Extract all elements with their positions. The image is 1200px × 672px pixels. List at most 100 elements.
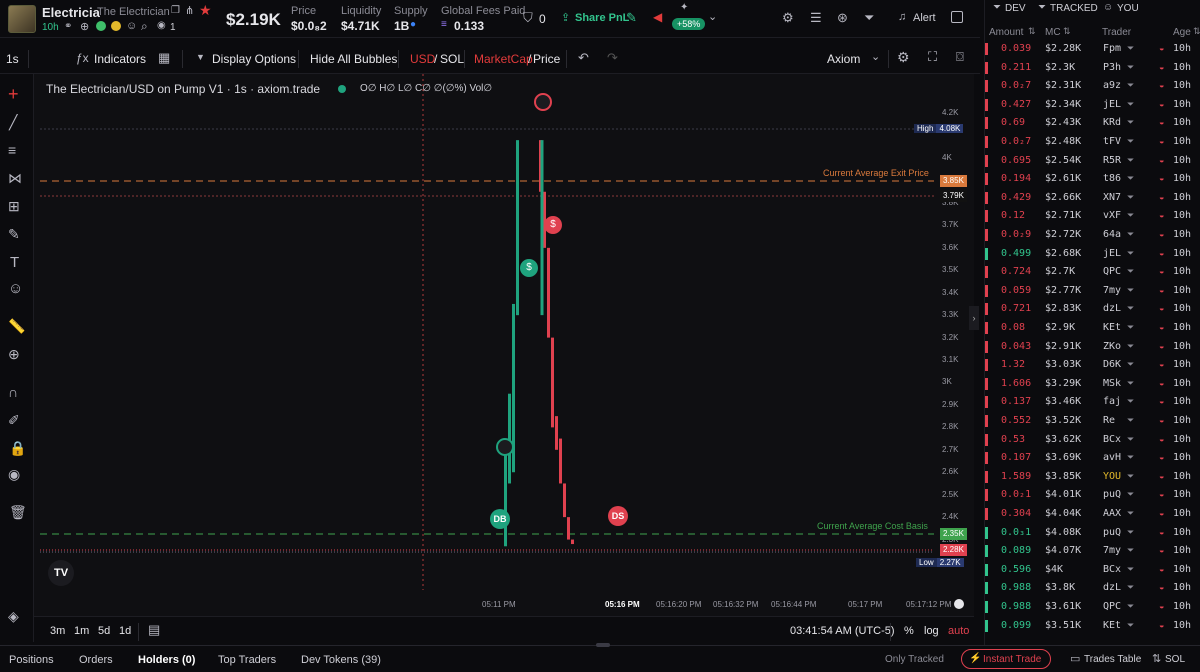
trades-table-toggle[interactable]: Trades Table <box>1084 654 1141 665</box>
range-1m[interactable]: 1m <box>74 625 89 637</box>
sell-marker-dev[interactable]: $ <box>544 216 562 234</box>
caret-down-icon[interactable]: ▼ <box>196 52 205 62</box>
filter-icon[interactable]: ⏷ <box>1127 359 1134 370</box>
filter-icon[interactable]: ⏷ <box>1127 415 1134 426</box>
range-5d[interactable]: 5d <box>98 625 110 637</box>
pencil-lock-icon[interactable]: ✐ <box>8 412 20 429</box>
filter-tracked[interactable]: TRACKED <box>1050 3 1098 14</box>
trade-row[interactable]: 0.988 $3.8K dzL ⏷ ◒ 10h <box>985 579 1200 597</box>
share-icon[interactable]: ⋔ <box>185 4 194 17</box>
trade-row[interactable]: 0.695 $2.54K R5R ⏷ ◒ 10h <box>985 152 1200 170</box>
list-icon[interactable]: ☰ <box>810 10 822 26</box>
trash-icon[interactable]: 🗑 <box>9 504 27 521</box>
dev-buy-marker[interactable]: DB <box>490 509 510 529</box>
only-tracked-toggle[interactable]: Only Tracked <box>885 654 944 665</box>
tab-orders[interactable]: Orders <box>79 654 113 666</box>
filter-icon[interactable]: ⏷ <box>1127 285 1134 296</box>
swap-icon[interactable]: ⇅ <box>1152 652 1161 665</box>
amount-sort-icon[interactable]: ⇅ <box>1028 26 1036 37</box>
coin-icon[interactable] <box>111 21 121 31</box>
trade-row[interactable]: 0.089 $4.07K 7my ⏷ ◒ 10h <box>985 542 1200 560</box>
resize-grip[interactable] <box>596 643 610 647</box>
trade-row[interactable]: 0.0₂1 $4.01K puQ ⏷ ◒ 10h <box>985 486 1200 504</box>
trade-row[interactable]: 0.039 $2.28K Fpm ⏷ ◒ 10h <box>985 40 1200 58</box>
log-toggle[interactable]: log <box>924 625 939 637</box>
filter-icon[interactable]: ⏷ <box>1127 229 1134 240</box>
trade-row[interactable]: 0.211 $2.3K P3h ⏷ ◒ 10h <box>985 59 1200 77</box>
filter-icon[interactable]: ⏷ <box>1127 582 1134 593</box>
filter-icon[interactable]: ⏷ <box>1127 620 1134 631</box>
filter-icon[interactable]: ⏷ <box>1127 396 1134 407</box>
settings-icon[interactable]: ⚙ <box>782 10 794 26</box>
filter-icon[interactable]: ⏷ <box>1127 155 1134 166</box>
filter-icon[interactable]: ⏷ <box>1127 117 1134 128</box>
emoji-icon[interactable]: ☺ <box>8 280 23 297</box>
table-icon[interactable]: ▭ <box>1070 652 1080 665</box>
trade-row[interactable]: 0.988 $3.61K QPC ⏷ ◒ 10h <box>985 598 1200 616</box>
tab-holders[interactable]: Holders (0) <box>138 654 195 666</box>
search-icon[interactable]: ⌕ <box>141 19 148 34</box>
auto-toggle[interactable]: auto <box>948 625 969 637</box>
trade-row[interactable]: 0.194 $2.61K t86 ⏷ ◒ 10h <box>985 170 1200 188</box>
chart-settings-icon[interactable]: ⚙ <box>897 49 910 66</box>
filter-icon[interactable]: ⏷ <box>1127 508 1134 519</box>
trade-row[interactable]: 0.596 $4K BCx ⏷ ◒ 10h <box>985 561 1200 579</box>
calendar-icon[interactable]: ▤ <box>148 622 160 638</box>
pin-icon[interactable]: ✎ <box>626 10 637 26</box>
fib-icon[interactable]: ≡ <box>8 142 16 158</box>
layers-icon[interactable]: ◈ <box>8 608 19 625</box>
scroll-right-icon[interactable]: › <box>969 306 979 330</box>
zoom-icon[interactable]: ⊕ <box>8 346 20 363</box>
trade-row[interactable]: 0.69 $2.43K KRd ⏷ ◒ 10h <box>985 114 1200 132</box>
trade-row[interactable]: 0.043 $2.91K ZKo ⏷ ◒ 10h <box>985 338 1200 356</box>
tab-top-traders[interactable]: Top Traders <box>218 654 276 666</box>
fullscreen-icon[interactable]: ⛶ <box>928 49 937 65</box>
pattern-icon[interactable]: ⋈ <box>8 170 22 187</box>
trade-row[interactable]: 0.0₃1 $4.08K puQ ⏷ ◒ 10h <box>985 524 1200 542</box>
filter-icon[interactable]: ⏷ <box>1127 173 1134 184</box>
trendline-icon[interactable]: ╱ <box>9 114 17 131</box>
copy-icon[interactable]: ❐ <box>171 5 180 16</box>
magnet-icon[interactable]: ∩ <box>8 384 18 400</box>
filter-icon[interactable]: ⏷ <box>1127 192 1134 203</box>
filter-icon[interactable]: ⏷ <box>1127 266 1134 277</box>
wallet-icon[interactable]: ⛉ <box>523 10 533 26</box>
redo-icon[interactable]: ↷ <box>607 50 618 66</box>
price-chart[interactable]: The Electrician/USD on Pump V1 · 1s · ax… <box>34 74 979 616</box>
filter-icon[interactable]: ⏷ <box>1127 378 1134 389</box>
trade-row[interactable]: 0.427 $2.34K jEL ⏷ ◒ 10h <box>985 96 1200 114</box>
filter-icon[interactable]: ⏷ <box>1127 452 1134 463</box>
megaphone-icon[interactable]: ◀ <box>653 10 662 24</box>
chevron-down-icon[interactable]: ⌄ <box>708 10 717 23</box>
currency-icon[interactable]: ⊛ <box>837 10 848 26</box>
marketcap-toggle[interactable]: MarketCap <box>474 52 533 66</box>
layout-icon[interactable]: ▦ <box>158 50 170 66</box>
filter-you[interactable]: YOU <box>1117 3 1139 14</box>
link-icon[interactable]: ⚭ <box>64 21 72 32</box>
trade-row[interactable]: 0.53 $3.62K BCx ⏷ ◒ 10h <box>985 431 1200 449</box>
indicators-icon[interactable]: ƒx <box>76 51 89 65</box>
filter-icon[interactable]: ⏷ <box>1127 471 1134 482</box>
person-icon[interactable]: ☺ <box>126 20 137 32</box>
style-chevron-icon[interactable]: ⌄ <box>871 50 880 63</box>
camera-icon[interactable]: ⌼ <box>956 49 964 65</box>
trade-row[interactable]: 0.552 $3.52K Re ⏷ ◒ 10h <box>985 412 1200 430</box>
trade-row[interactable]: 0.429 $2.66K XN7 ⏷ ◒ 10h <box>985 189 1200 207</box>
trade-row[interactable]: 0.12 $2.71K vXF ⏷ ◒ 10h <box>985 207 1200 225</box>
chart-canvas[interactable] <box>34 74 974 616</box>
range-1d[interactable]: 1d <box>119 625 131 637</box>
axis-scroll-handle[interactable] <box>954 599 964 609</box>
filter-icon[interactable]: ⏷ <box>1127 564 1134 575</box>
token-avatar[interactable] <box>8 5 36 33</box>
filter-icon[interactable]: ⏷ <box>1127 601 1134 612</box>
you-filter-icon[interactable]: ☺ <box>1103 2 1113 13</box>
filter-icon[interactable]: ⏷ <box>864 10 874 26</box>
timer-marker-mid[interactable] <box>496 438 514 456</box>
tracked-filter-icon[interactable]: ⏷ <box>1038 2 1046 13</box>
trade-row[interactable]: 0.724 $2.7K QPC ⏷ ◒ 10h <box>985 263 1200 281</box>
filter-icon[interactable]: ⏷ <box>1127 136 1134 147</box>
trade-row[interactable]: 0.099 $3.51K KEt ⏷ ◒ 10h <box>985 617 1200 635</box>
trade-row[interactable]: 0.059 $2.77K 7my ⏷ ◒ 10h <box>985 282 1200 300</box>
trade-row[interactable]: 0.0₂7 $2.48K tFV ⏷ ◒ 10h <box>985 133 1200 151</box>
filter-icon[interactable]: ⏷ <box>1127 545 1134 556</box>
